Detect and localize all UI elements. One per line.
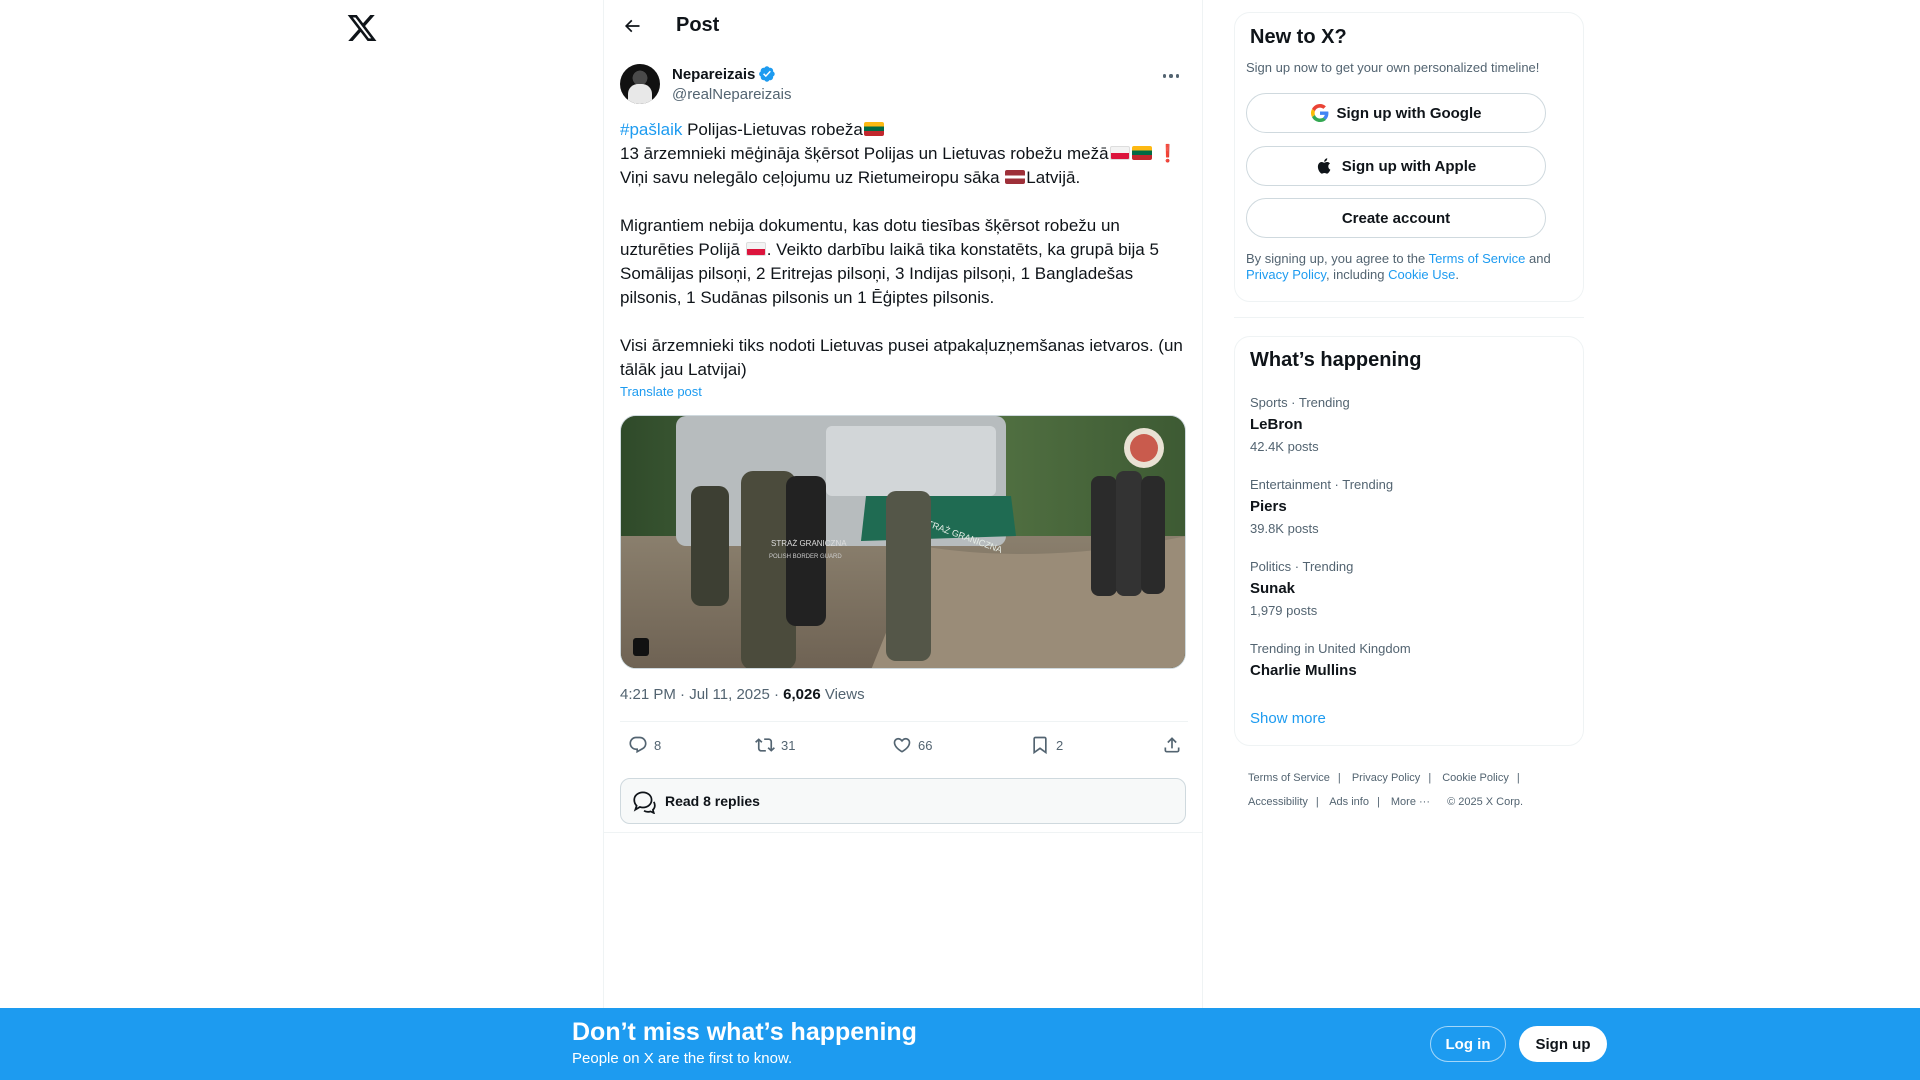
- author-name[interactable]: Nepareizais: [672, 66, 755, 83]
- translate-post-link[interactable]: Translate post: [620, 384, 702, 399]
- more-dots-icon: [1162, 74, 1167, 78]
- repost-icon: [755, 738, 775, 752]
- poland-flag-icon: [745, 242, 766, 256]
- verified-badge-icon: [759, 66, 776, 82]
- post-line-1: Polijas-Lietuvas robeža: [682, 120, 863, 139]
- bookmark-button[interactable]: 2: [1030, 735, 1063, 755]
- video-indicator-icon: [633, 638, 649, 656]
- signup-google-label: Sign up with Google: [1336, 104, 1482, 122]
- create-account-button[interactable]: Create account: [1246, 198, 1546, 238]
- signup-google-button[interactable]: Sign up with Google: [1246, 93, 1546, 133]
- terms-link[interactable]: Terms of Service: [1429, 251, 1526, 266]
- trending-card: What’s happening Sports · Trending LeBro…: [1234, 336, 1584, 746]
- like-count: 66: [918, 737, 933, 753]
- reply-button[interactable]: 8: [628, 735, 661, 755]
- footer-ads-link[interactable]: Ads info: [1329, 796, 1369, 808]
- banner-subtitle: People on X are the first to know.: [572, 1050, 793, 1067]
- trend-item[interactable]: Politics · Trending Sunak 1,979 posts: [1250, 559, 1570, 619]
- reply-icon: [629, 736, 647, 754]
- footer-cookie-link[interactable]: Cookie Policy: [1442, 772, 1509, 784]
- read-replies-label: Read 8 replies: [665, 793, 760, 809]
- signup-card: New to X? Sign up now to get your own pe…: [1234, 12, 1584, 302]
- footer-privacy-link[interactable]: Privacy Policy: [1352, 772, 1420, 784]
- page-title: Post: [676, 14, 720, 36]
- footer-links: Terms of Service | Privacy Policy | Cookie…: [1248, 772, 1524, 808]
- lithuania-flag-icon: [1131, 146, 1152, 160]
- privacy-link[interactable]: Privacy Policy: [1246, 267, 1326, 282]
- signup-card-title: New to X?: [1250, 26, 1347, 48]
- video-still: STRAŻ GRANICZNA STRAŻ GRANICZNA POLISH B…: [621, 416, 1185, 668]
- hashtag-link[interactable]: #pašlaik: [620, 120, 682, 139]
- divider: [1234, 317, 1584, 318]
- footer-copyright: © 2025 X Corp.: [1447, 796, 1524, 808]
- trend-item[interactable]: Sports · Trending LeBron 42.4K posts: [1250, 395, 1570, 455]
- post-timestamp[interactable]: 4:21 PM · Jul 11, 2025 · 6,026 Views: [620, 686, 865, 703]
- show-more-link[interactable]: Show more: [1250, 710, 1326, 727]
- repost-button[interactable]: 31: [755, 735, 795, 755]
- post-para-3: Visi ārzemnieki tiks nodoti Lietuvas pus…: [620, 336, 1183, 379]
- trend-item[interactable]: Entertainment · Trending Piers 39.8K pos…: [1250, 477, 1570, 537]
- latvia-flag-icon: [1005, 170, 1026, 184]
- vest-label-1: STRAŻ GRANICZNA: [771, 539, 847, 548]
- bookmark-icon: [1033, 736, 1047, 755]
- footer-more-link[interactable]: More ···: [1391, 796, 1430, 808]
- signup-card-subtitle: Sign up now to get your own personalized…: [1246, 60, 1540, 75]
- apple-icon: [1317, 158, 1331, 174]
- signup-apple-label: Sign up with Apple: [1341, 157, 1477, 175]
- reply-count: 8: [654, 737, 662, 753]
- post-actions: 8 31 66 2: [620, 732, 1188, 762]
- post-line-3b: Latvijā.: [1026, 168, 1081, 187]
- banner-title: Don’t miss what’s happening: [572, 1018, 917, 1046]
- chat-bubbles-icon: [633, 791, 656, 814]
- google-icon: [1310, 104, 1328, 122]
- arrow-left-icon: [624, 19, 640, 33]
- repost-count: 31: [781, 737, 796, 753]
- heart-icon: [893, 737, 911, 753]
- share-button[interactable]: [1162, 735, 1182, 755]
- footer-accessibility-link[interactable]: Accessibility: [1248, 796, 1308, 808]
- exclamation-icon: ❗: [1157, 144, 1179, 163]
- signup-banner: Don’t miss what’s happening People on X …: [0, 1008, 1920, 1080]
- read-replies-button[interactable]: Read 8 replies: [620, 778, 1186, 824]
- views-label: Views: [820, 686, 865, 703]
- more-options-button[interactable]: [1154, 64, 1188, 88]
- vest-label-2: POLISH BORDER GUARD: [769, 554, 842, 560]
- trend-item[interactable]: Trending in United Kingdom Charlie Mulli…: [1250, 641, 1570, 681]
- post-header: Post: [604, 0, 1202, 53]
- signup-legal-text: By signing up, you agree to the Terms of…: [1246, 251, 1551, 282]
- post-media-video[interactable]: STRAŻ GRANICZNA STRAŻ GRANICZNA POLISH B…: [620, 415, 1186, 669]
- avatar[interactable]: [620, 64, 660, 104]
- like-button[interactable]: 66: [892, 735, 932, 755]
- author-name-row[interactable]: Nepareizais: [672, 65, 776, 83]
- signup-apple-button[interactable]: Sign up with Apple: [1246, 146, 1546, 186]
- create-account-label: Create account: [1341, 209, 1451, 227]
- login-button[interactable]: Log in: [1430, 1026, 1506, 1062]
- share-icon: [1164, 737, 1180, 753]
- divider: [620, 721, 1188, 722]
- divider: [604, 832, 1202, 833]
- signup-button[interactable]: Sign up: [1519, 1026, 1607, 1062]
- post-line-2: 13 ārzemnieki mēģināja šķērsot Polijas u…: [620, 144, 1109, 163]
- post-text: #pašlaik Polijas-Lietuvas robeža 13 ārze…: [620, 118, 1188, 382]
- footer-terms-link[interactable]: Terms of Service: [1248, 772, 1330, 784]
- post-author: Nepareizais @realNepareizais: [620, 64, 1188, 108]
- lithuania-flag-icon: [863, 122, 884, 136]
- poland-flag-icon: [1109, 146, 1130, 160]
- post-line-3a: Viņi savu nelegālo ceļojumu uz Rietumeir…: [620, 168, 1005, 187]
- back-button[interactable]: [614, 8, 650, 44]
- bookmark-count: 2: [1056, 737, 1064, 753]
- main-column: Post Nepareizais @realNepareizais #pašla…: [603, 0, 1203, 1080]
- views-count: 6,026: [783, 686, 821, 703]
- author-handle[interactable]: @realNepareizais: [672, 86, 791, 103]
- x-logo-icon[interactable]: [346, 12, 378, 44]
- trending-title: What’s happening: [1250, 349, 1422, 371]
- cookie-link[interactable]: Cookie Use: [1388, 267, 1455, 282]
